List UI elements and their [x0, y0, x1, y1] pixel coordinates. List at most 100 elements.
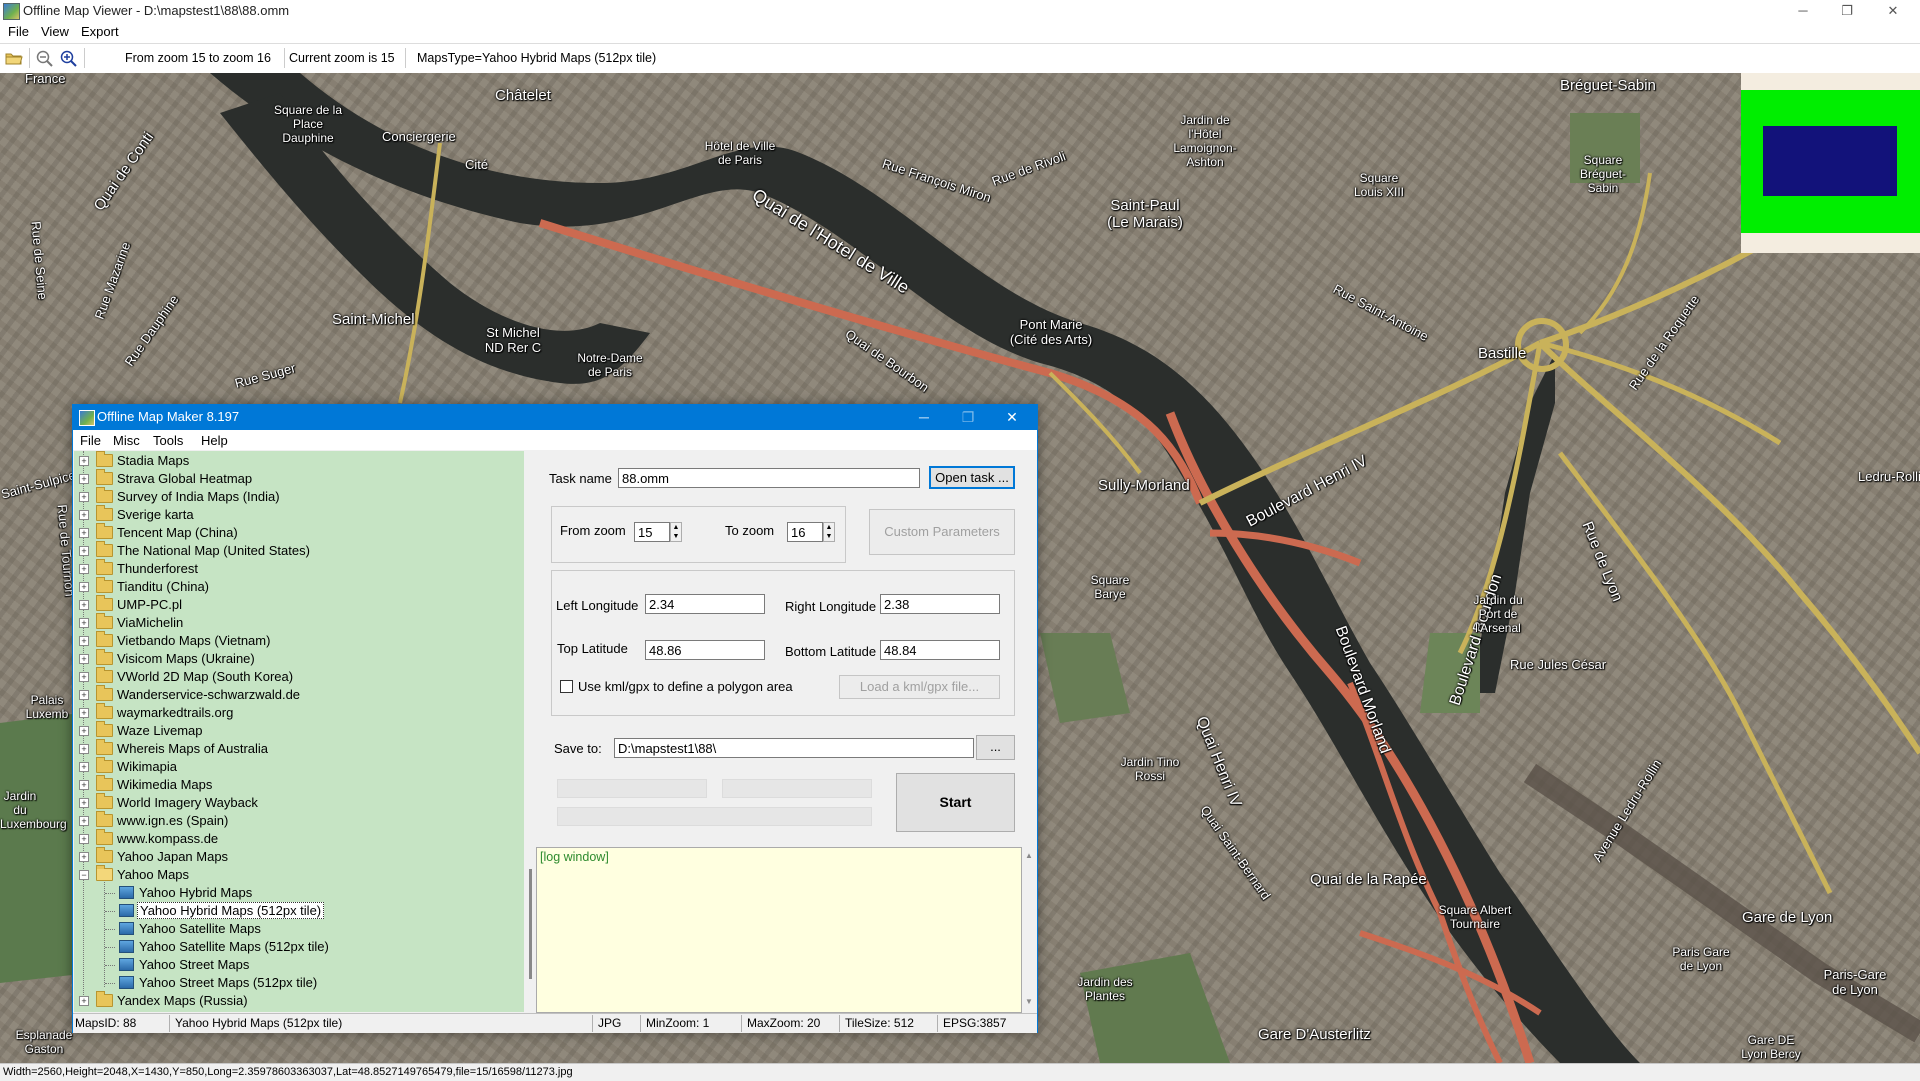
bottom-latitude-label: Bottom Latitude	[785, 644, 877, 659]
status-separator	[937, 1015, 938, 1032]
dialog-menu-file[interactable]: File	[80, 433, 101, 448]
minimize-button[interactable]: ─	[1781, 0, 1825, 22]
status-maps-id: MapsID: 88	[75, 1016, 137, 1030]
from-zoom-spinner[interactable]: ▲ ▼	[670, 522, 682, 542]
map-label: Jardin du Luxembourg	[0, 789, 67, 831]
map-label: Paris-Gare de Lyon	[1823, 967, 1887, 997]
dialog-close-button[interactable]: ✕	[990, 405, 1034, 430]
log-scrollbar[interactable]: ▲ ▼	[1023, 847, 1036, 1013]
load-kml-button[interactable]: Load a kml/gpx file...	[839, 675, 1000, 699]
map-label: Gare de Lyon	[1742, 909, 1833, 926]
tree-line	[105, 983, 115, 984]
dialog-title-bar: Offline Map Maker 8.197 ─ ❐ ✕	[73, 405, 1037, 430]
map-label: Square Louis XIII	[1353, 171, 1405, 199]
status-separator	[839, 1015, 840, 1032]
top-latitude-input[interactable]: 48.86	[645, 640, 765, 660]
progress-bar-total	[557, 807, 872, 826]
map-label: Saint-Paul (Le Marais)	[1107, 197, 1183, 231]
status-format: JPG	[598, 1016, 622, 1030]
to-zoom-input[interactable]: 16	[787, 522, 823, 542]
map-label: Quai de la Rapée	[1310, 871, 1427, 888]
map-label: Rue Jules César	[1510, 657, 1607, 672]
map-label: Châtelet	[495, 87, 551, 104]
map-label: Sully-Morland	[1098, 477, 1190, 494]
menu-file[interactable]: File	[8, 24, 29, 39]
browse-button[interactable]: ...	[976, 735, 1015, 760]
main-status-bar: Width=2560,Height=2048,X=1430,Y=850,Long…	[0, 1063, 1920, 1081]
main-menu-bar: File View Export	[0, 22, 1920, 42]
map-label: Ledru-Rollin	[1858, 469, 1920, 484]
map-label: Jardin du Port de l'Arsenal	[1473, 593, 1523, 635]
custom-parameters-button[interactable]: Custom Parameters	[869, 509, 1015, 555]
tree-line	[105, 911, 115, 912]
right-longitude-input[interactable]: 2.38	[880, 594, 1000, 614]
app-icon	[3, 3, 20, 20]
status-separator	[169, 1015, 170, 1032]
overview-viewport[interactable]	[1763, 126, 1897, 196]
use-kml-label: Use kml/gpx to define a polygon area	[578, 679, 793, 694]
map-label: Hôtel de Ville de Paris	[704, 139, 776, 167]
bottom-latitude-input[interactable]: 48.84	[880, 640, 1000, 660]
map-label: Saint-Michel	[332, 311, 415, 328]
tree-scroll-thumb[interactable]	[529, 869, 532, 979]
map-label: Square Barye	[1090, 573, 1130, 601]
map-label: Gare D'Austerlitz	[1258, 1026, 1371, 1043]
dialog-maximize-button[interactable]: ❐	[946, 405, 990, 430]
save-to-input[interactable]: D:\mapstest1\88\	[614, 738, 974, 758]
dialog-title: Offline Map Maker 8.197	[97, 409, 240, 424]
map-label: Jardin Tino Rossi	[1120, 755, 1180, 783]
task-name-label: Task name	[549, 471, 612, 486]
window-title: Offline Map Viewer - D:\mapstest1\88\88.…	[23, 3, 290, 18]
map-label: Jardin des Plantes	[1077, 975, 1133, 1003]
dialog-menu-tools[interactable]: Tools	[153, 433, 183, 448]
map-label: Square de la Place Dauphine	[273, 103, 343, 145]
log-window[interactable]: [log window]	[536, 847, 1022, 1013]
start-button[interactable]: Start	[896, 773, 1015, 832]
map-label: Cité	[465, 157, 489, 172]
tree-line	[105, 929, 115, 930]
use-kml-checkbox[interactable]	[560, 680, 573, 693]
map-label: Conciergerie	[382, 129, 456, 144]
status-tile-size: TileSize: 512	[845, 1016, 914, 1030]
right-longitude-label: Right Longitude	[785, 599, 877, 614]
open-task-button[interactable]: Open task ...	[929, 466, 1015, 489]
left-longitude-label: Left Longitude	[556, 598, 639, 613]
map-label: Esplanade Gaston	[15, 1028, 73, 1056]
map-label: Square Bréguet-Sabin	[1579, 153, 1627, 195]
log-placeholder: [log window]	[540, 850, 609, 864]
zoom-range-text: From zoom 15 to zoom 16	[125, 51, 271, 65]
dialog-menu-help[interactable]: Help	[201, 433, 228, 448]
to-zoom-spinner[interactable]: ▲ ▼	[823, 522, 835, 542]
task-name-input[interactable]: 88.omm	[618, 468, 920, 488]
map-label: Bréguet-Sabin	[1560, 77, 1656, 94]
dialog-minimize-button[interactable]: ─	[902, 405, 946, 430]
from-zoom-input[interactable]: 15	[634, 522, 670, 542]
menu-view[interactable]: View	[41, 24, 69, 39]
map-label: Notre-Dame de Paris	[577, 351, 643, 379]
overview-map[interactable]	[1741, 73, 1920, 253]
map-label: Gare DE Lyon Bercy	[1741, 1033, 1801, 1061]
left-longitude-input[interactable]: 2.34	[645, 594, 765, 614]
tree-line	[105, 965, 115, 966]
maps-tree[interactable]: + Stadia Maps + Strava Global Heatmap + Sur…	[74, 451, 525, 1012]
status-epsg: EPSG:3857	[943, 1016, 1007, 1030]
map-label: France	[25, 73, 66, 86]
map-label: Square Albert Tournaire	[1438, 903, 1512, 931]
zoom-out-icon[interactable]	[35, 49, 55, 67]
toolbar: From zoom 15 to zoom 16 Current zoom is …	[0, 43, 1920, 74]
toolbar-separator	[84, 48, 85, 68]
close-button[interactable]: ✕	[1871, 0, 1915, 22]
scroll-up-icon[interactable]: ▲	[1025, 851, 1033, 860]
dialog-menu-misc[interactable]: Misc	[113, 433, 140, 448]
status-maps-name: Yahoo Hybrid Maps (512px tile)	[175, 1016, 343, 1030]
scroll-down-icon[interactable]: ▼	[1025, 997, 1033, 1006]
toolbar-separator	[29, 48, 30, 68]
zoom-in-icon[interactable]	[59, 49, 79, 67]
tree-line	[105, 893, 115, 894]
menu-export[interactable]: Export	[81, 24, 119, 39]
open-folder-icon[interactable]	[4, 49, 24, 67]
maximize-button[interactable]: ❐	[1825, 0, 1869, 22]
status-separator	[592, 1015, 593, 1032]
app-icon	[79, 410, 95, 426]
progress-bar-1	[557, 779, 707, 798]
